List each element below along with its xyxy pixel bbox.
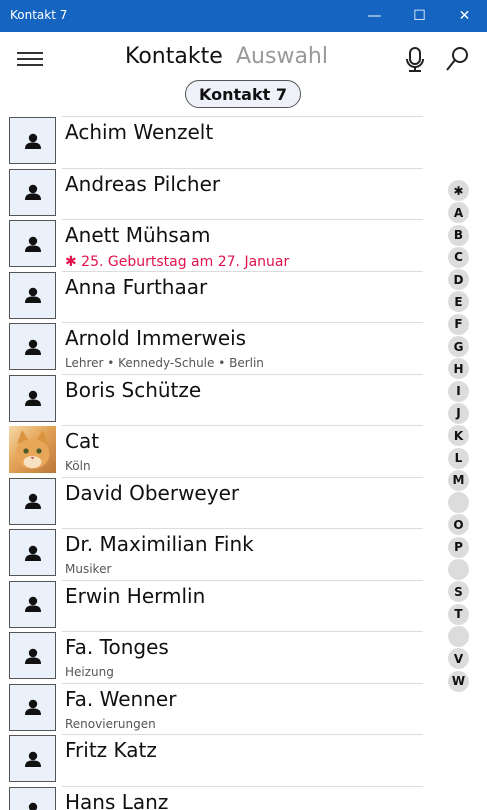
row-divider (62, 270, 423, 272)
title-bar: Kontakt 7 — ☐ ✕ (0, 0, 487, 32)
contact-name: David Oberweyer (65, 480, 240, 505)
contact-name: Andreas Pilcher (65, 171, 221, 196)
index-letter[interactable] (448, 492, 469, 514)
contact-row[interactable]: Andreas Pilcher (0, 167, 430, 220)
index-letter[interactable]: O (448, 514, 469, 536)
contact-row[interactable]: Dr. Maximilian Fink Musiker (0, 528, 430, 580)
window-title: Kontakt 7 (10, 8, 68, 22)
contact-row[interactable]: Boris Schütze (0, 373, 430, 426)
person-icon (9, 271, 56, 319)
app-header: Kontakte Auswahl Kontakt 7 (0, 32, 487, 112)
row-divider (62, 631, 423, 632)
index-letter[interactable]: H (448, 358, 469, 380)
contact-subtitle: Renovierungen (65, 716, 156, 731)
index-letter[interactable]: V (448, 648, 469, 670)
index-letter[interactable]: G (448, 336, 469, 358)
row-divider (62, 682, 423, 684)
index-letter[interactable]: T (448, 603, 469, 625)
row-divider (62, 167, 423, 169)
index-letter[interactable]: ✱ (448, 180, 469, 201)
contact-name: Fa. Wenner (65, 686, 177, 711)
contact-subtitle: Heizung (65, 665, 114, 679)
person-icon (9, 632, 56, 679)
index-letter[interactable] (448, 625, 469, 647)
index-letter[interactable]: B (448, 224, 469, 246)
tab-auswahl[interactable]: Auswahl (236, 44, 328, 69)
minimize-button[interactable]: — (352, 0, 397, 32)
contact-row[interactable]: Arnold Immerweis Lehrer • Kennedy-Schule … (0, 322, 430, 374)
microphone-icon[interactable] (400, 44, 430, 74)
contact-name: Anett Mühsam (65, 223, 211, 247)
hamburger-menu-icon[interactable] (17, 50, 43, 68)
contact-name: Fa. Tonges (65, 635, 169, 659)
row-divider (62, 528, 423, 529)
row-divider (62, 219, 423, 220)
contact-row[interactable]: Erwin Hermlin (0, 579, 430, 632)
person-icon (9, 529, 56, 576)
contact-row[interactable]: Fritz Katz (0, 734, 430, 786)
contact-name: Dr. Maximilian Fink (65, 532, 254, 556)
contact-name: Anna Furthaar (65, 274, 208, 299)
contact-list: Achim Wenzelt Andreas Pilcher Anett Mühsam… (0, 116, 430, 810)
contact-name: Achim Wenzelt (65, 120, 214, 144)
row-divider (62, 116, 423, 117)
person-icon (9, 683, 56, 731)
person-icon (9, 735, 56, 782)
index-letter[interactable]: D (448, 269, 469, 291)
index-letter[interactable]: W (448, 670, 469, 692)
contact-row[interactable]: Achim Wenzelt (0, 116, 430, 168)
contact-name: Arnold Immerweis (65, 326, 247, 350)
contact-row[interactable]: Anett Mühsam ✱ 25. Geburtstag am 27. Janu… (0, 219, 430, 271)
index-letter[interactable] (448, 559, 469, 581)
row-divider (62, 579, 423, 581)
close-button[interactable]: ✕ (442, 0, 487, 32)
index-letter[interactable]: S (448, 581, 469, 603)
person-icon (9, 117, 56, 164)
tab-kontakte[interactable]: Kontakte (125, 44, 223, 69)
index-letter[interactable]: L (448, 447, 469, 469)
contact-name: Fritz Katz (65, 738, 157, 762)
contact-name: Hans Lanz (65, 789, 169, 810)
contact-row[interactable]: Fa. Wenner Renovierungen (0, 682, 430, 735)
index-letter[interactable]: A (448, 202, 469, 224)
contact-subtitle: Musiker (65, 562, 112, 576)
index-letter[interactable]: E (448, 291, 469, 313)
maximize-button[interactable]: ☐ (397, 0, 442, 32)
row-divider (62, 785, 423, 787)
contact-subtitle: Lehrer • Kennedy-Schule • Berlin (65, 356, 264, 370)
index-letter[interactable]: M (448, 469, 469, 491)
person-icon (9, 323, 56, 370)
index-letter[interactable]: I (448, 380, 469, 402)
index-letter[interactable]: K (448, 425, 469, 447)
contact-row[interactable]: Cat Köln (0, 425, 430, 477)
person-icon (9, 168, 56, 216)
contact-row[interactable]: Fa. Tonges Heizung (0, 631, 430, 683)
alphabet-index: ✱ A B C D E F G H I J K L M O P S T V W (448, 180, 470, 693)
contact-row[interactable]: David Oberweyer (0, 476, 430, 529)
contact-row[interactable]: Anna Furthaar (0, 270, 430, 323)
person-icon (9, 220, 56, 267)
search-icon[interactable] (442, 44, 472, 74)
contact-name: Erwin Hermlin (65, 583, 206, 608)
index-letter[interactable]: C (448, 246, 469, 268)
person-icon (9, 580, 56, 628)
person-icon (9, 477, 56, 525)
row-divider (62, 322, 423, 323)
contact-subtitle: Köln (65, 459, 91, 473)
index-letter[interactable]: F (448, 313, 469, 335)
kontakt7-badge[interactable]: Kontakt 7 (185, 80, 301, 108)
row-divider (62, 373, 423, 375)
birthday-note: ✱ 25. Geburtstag am 27. Januar (65, 254, 290, 270)
contact-name: Boris Schütze (65, 377, 202, 402)
contact-photo (9, 426, 56, 473)
person-icon (9, 374, 56, 422)
row-divider (62, 734, 423, 735)
contact-name: Cat (65, 429, 100, 453)
row-divider (62, 476, 423, 478)
index-letter[interactable]: J (448, 402, 469, 424)
person-icon (9, 786, 56, 810)
contact-row[interactable]: Hans Lanz (0, 785, 430, 810)
index-letter[interactable]: P (448, 536, 469, 558)
row-divider (62, 425, 423, 426)
